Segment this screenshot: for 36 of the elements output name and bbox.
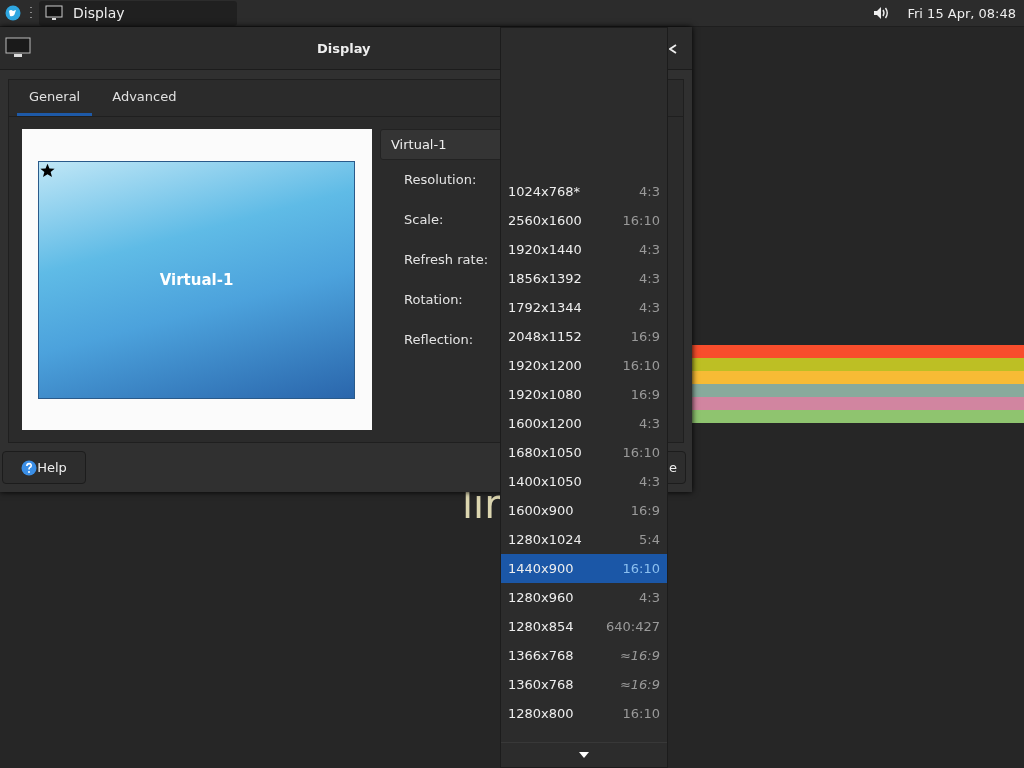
tab[interactable]: Advanced [100,80,189,116]
field-label: Resolution: [404,173,477,186]
resolution-option[interactable]: 1280x800 16:10 [501,699,667,728]
resolution-option[interactable]: 1920x1200 16:10 [501,351,667,380]
resolution-option[interactable]: 1024x768* 4:3 [501,177,667,206]
resolution-option[interactable]: 1400x1050 4:3 [501,467,667,496]
monitor-icon [5,37,31,59]
tab[interactable]: General [17,80,93,116]
app-menu-icon[interactable] [5,5,21,21]
resolution-option[interactable]: 1366x768 ≈16:9 [501,641,667,670]
resolution-option[interactable]: 2560x1600 16:10 [501,206,667,235]
clock[interactable]: Fri 15 Apr, 08:48 [907,5,1016,21]
monitor-icon [45,5,63,21]
resolution-option[interactable]: 1280x1024 5:4 [501,525,667,554]
field-label: Scale: [404,213,444,226]
resolution-option[interactable]: 1440x900 16:10 [501,554,667,583]
resolution-option[interactable]: 1920x1080 16:9 [501,380,667,409]
resolution-option[interactable]: 1792x1344 4:3 [501,293,667,322]
resolution-option[interactable]: 1360x768 ≈16:9 [501,670,667,699]
resolution-option[interactable]: 1280x960 4:3 [501,583,667,612]
taskbar-button[interactable]: Display [39,0,237,26]
output-label: Virtual-1 [159,271,234,289]
field-label: Reflection: [404,333,474,346]
window-title: Display [317,40,371,56]
resolution-option[interactable]: 1680x1050 16:10 [501,438,667,467]
resolution-option[interactable]: 1600x900 16:9 [501,496,667,525]
field-label: Refresh rate: [404,253,488,266]
field-label: Rotation: [404,293,463,306]
help-button[interactable]: Help [2,451,86,484]
resolution-option[interactable]: 1280x854 640:427 [501,612,667,641]
resolution-option[interactable]: 1600x1200 4:3 [501,409,667,438]
scroll-down-icon[interactable] [579,752,589,758]
resolution-option[interactable]: 1920x1440 4:3 [501,235,667,264]
help-icon [21,459,38,476]
resolution-option[interactable]: 1856x1392 4:3 [501,264,667,293]
resolution-option[interactable]: 2048x1152 16:9 [501,322,667,351]
